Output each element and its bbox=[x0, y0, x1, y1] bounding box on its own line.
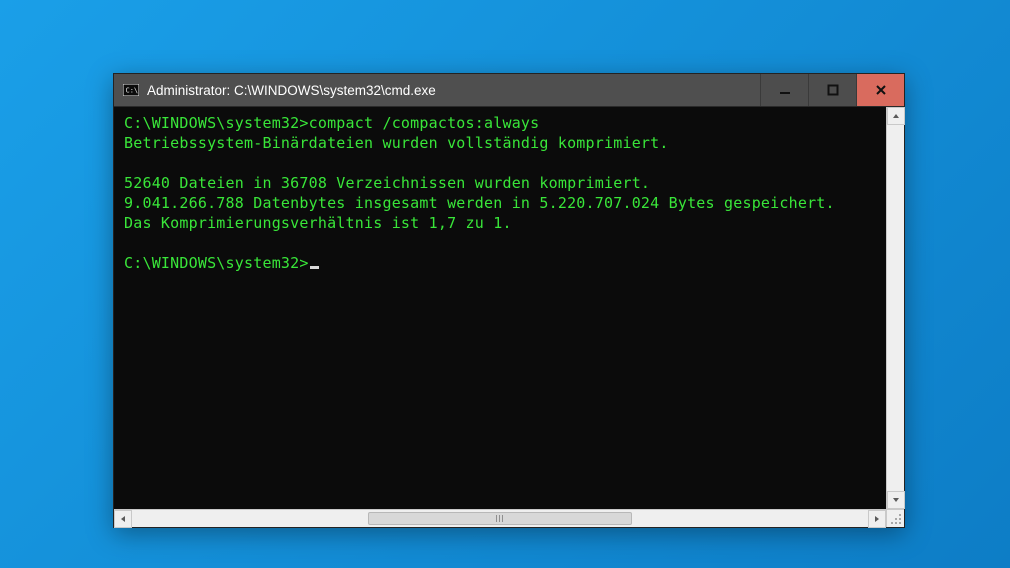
scroll-right-button[interactable] bbox=[868, 510, 886, 528]
terminal-line bbox=[124, 153, 882, 173]
close-button[interactable] bbox=[856, 74, 904, 106]
terminal-output[interactable]: C:\WINDOWS\system32>compact /compactos:a… bbox=[114, 107, 886, 509]
terminal-line: C:\WINDOWS\system32> bbox=[124, 253, 882, 273]
svg-text:C:\: C:\ bbox=[126, 87, 139, 95]
horizontal-scrollbar[interactable] bbox=[114, 509, 886, 527]
scroll-left-button[interactable] bbox=[114, 510, 132, 528]
maximize-button[interactable] bbox=[808, 74, 856, 106]
minimize-button[interactable] bbox=[760, 74, 808, 106]
vertical-scrollbar[interactable] bbox=[886, 107, 904, 509]
terminal-cursor bbox=[310, 266, 319, 269]
resize-grip[interactable] bbox=[886, 509, 904, 527]
cmd-window: C:\ Administrator: C:\WINDOWS\system32\c… bbox=[113, 73, 905, 528]
window-title: Administrator: C:\WINDOWS\system32\cmd.e… bbox=[147, 83, 436, 98]
horizontal-scroll-track[interactable] bbox=[132, 510, 868, 527]
titlebar[interactable]: C:\ Administrator: C:\WINDOWS\system32\c… bbox=[114, 74, 904, 106]
terminal-line: Das Komprimierungsverhältnis ist 1,7 zu … bbox=[124, 213, 882, 233]
terminal-line bbox=[124, 233, 882, 253]
terminal-line: 9.041.266.788 Datenbytes insgesamt werde… bbox=[124, 193, 882, 213]
terminal-line: 52640 Dateien in 36708 Verzeichnissen wu… bbox=[124, 173, 882, 193]
bottom-bar bbox=[114, 509, 904, 527]
terminal-line: C:\WINDOWS\system32>compact /compactos:a… bbox=[124, 113, 882, 133]
client-area: C:\WINDOWS\system32>compact /compactos:a… bbox=[114, 106, 904, 509]
cmd-icon: C:\ bbox=[123, 84, 139, 96]
scroll-up-button[interactable] bbox=[887, 107, 905, 125]
vertical-scroll-track[interactable] bbox=[887, 125, 904, 491]
scroll-down-button[interactable] bbox=[887, 491, 905, 509]
horizontal-scroll-thumb[interactable] bbox=[368, 512, 633, 525]
terminal-line: Betriebssystem-Binärdateien wurden volls… bbox=[124, 133, 882, 153]
